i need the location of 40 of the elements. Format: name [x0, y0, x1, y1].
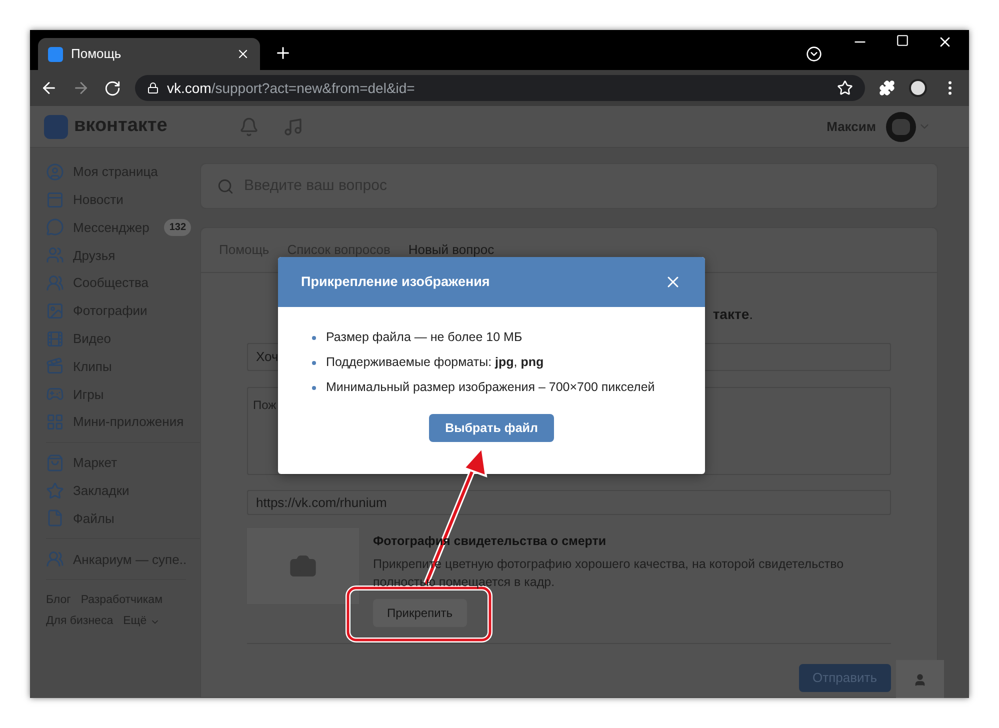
back-icon[interactable]	[40, 79, 58, 97]
browser-tab[interactable]: Помощь	[38, 38, 260, 70]
address-bar[interactable]: vk.com/support?act=new&from=del&id=	[135, 75, 865, 101]
forward-icon[interactable]	[72, 79, 90, 97]
reload-icon[interactable]	[104, 80, 121, 96]
tab-title: Помощь	[71, 45, 122, 64]
file-icon	[46, 509, 64, 528]
person-icon	[46, 162, 64, 181]
video-icon	[46, 330, 64, 348]
extensions-icon[interactable]	[879, 80, 895, 96]
profile-avatar-icon[interactable]	[909, 79, 927, 97]
url-text: vk.com/support?act=new&from=del&id=	[167, 78, 416, 98]
chat-bubble-icon	[46, 218, 64, 236]
maximize-icon[interactable]	[896, 34, 909, 47]
image-icon	[46, 302, 64, 320]
people-icon	[46, 246, 64, 264]
newspaper-icon	[46, 190, 64, 209]
modal-title: Прикрепление изображения	[301, 272, 490, 291]
clip-icon	[46, 357, 64, 376]
dropdown-icon[interactable]	[806, 46, 822, 62]
requirement-text: Размер файла — не более 10 МБ	[326, 329, 522, 346]
grid-icon	[46, 413, 64, 432]
intro-text: такте.	[712, 305, 753, 324]
new-tab-icon[interactable]	[274, 44, 292, 62]
requirement-text: Минимальный размер изображения – 700×700 пикселей	[326, 379, 655, 396]
person-icon	[913, 673, 927, 687]
tab[interactable]: Новый вопрос	[408, 240, 494, 260]
link-field[interactable]: https://vk.com/rhunium	[247, 490, 891, 515]
count-badge: 132	[164, 218, 192, 236]
bag-icon	[46, 454, 64, 472]
group-icon	[46, 550, 64, 568]
close-icon[interactable]	[236, 47, 250, 61]
bookmark-star-icon[interactable]	[837, 80, 853, 96]
lock-icon	[147, 82, 159, 94]
attach-button[interactable]: Прикрепить	[373, 598, 467, 627]
star-icon	[46, 482, 64, 500]
choose-file-button[interactable]: Выбрать файл	[429, 414, 554, 442]
search-icon	[217, 178, 234, 194]
requirement-text: Поддерживаемые форматы: jpg, png	[326, 354, 544, 372]
group-icon	[46, 274, 64, 292]
